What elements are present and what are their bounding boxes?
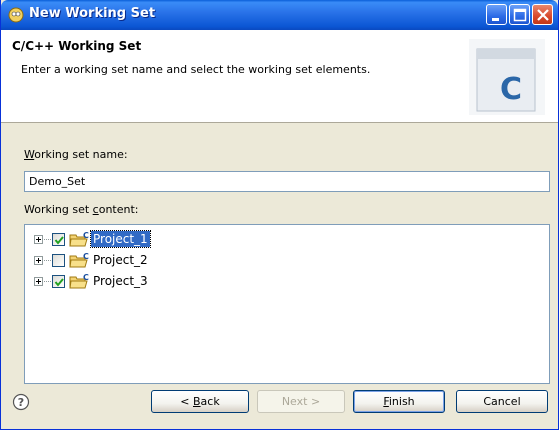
project-3-checkbox[interactable]: [52, 275, 65, 288]
project-3-label[interactable]: Project_3: [91, 273, 150, 289]
project-1-checkbox[interactable]: [52, 233, 65, 246]
back-button-text: ack: [200, 395, 220, 408]
maximize-button[interactable]: [509, 4, 530, 25]
svg-text:?: ?: [18, 396, 24, 409]
window-app-icon: [8, 7, 24, 23]
tree-item-project-2[interactable]: C Project_2: [25, 250, 325, 270]
banner-title: C/C++ Working Set: [12, 39, 142, 53]
header-banner: C/C++ Working Set Enter a working set na…: [1, 30, 558, 123]
window-title: New Working Set: [29, 6, 156, 21]
project-2-label[interactable]: Project_2: [91, 252, 150, 268]
c-file-icon: C: [469, 39, 545, 115]
banner-description: Enter a working set name and select the …: [21, 63, 371, 76]
next-button[interactable]: Next >: [257, 390, 345, 413]
working-set-content-tree[interactable]: C Project_1 C Project_2 C Project_3: [24, 224, 550, 384]
working-set-content-label: Working set content:: [24, 203, 139, 216]
c-project-folder-icon: C: [69, 273, 89, 289]
minimize-button[interactable]: [486, 4, 507, 25]
name-label-mnemonic: W: [24, 148, 35, 161]
new-working-set-window: New Working Set C/C++ Working Set Enter …: [0, 0, 559, 430]
minimize-icon: [492, 18, 499, 21]
content-label-rest: ontent:: [98, 203, 139, 216]
close-button[interactable]: [532, 4, 553, 25]
expand-icon[interactable]: [34, 256, 43, 265]
checkmark-icon: [54, 236, 64, 245]
tree-item-project-3[interactable]: C Project_3: [25, 271, 325, 291]
cancel-button[interactable]: Cancel: [456, 390, 548, 413]
svg-text:C: C: [83, 231, 89, 240]
finish-button-text: inish: [388, 395, 415, 408]
working-set-name-input[interactable]: [24, 171, 550, 192]
c-project-folder-icon: C: [69, 231, 89, 247]
svg-text:C: C: [83, 252, 89, 261]
tree-connector: [44, 239, 51, 240]
project-2-checkbox[interactable]: [52, 254, 65, 267]
tree-connector: [44, 260, 51, 261]
content-label-text: Working set: [24, 203, 93, 216]
title-bar[interactable]: New Working Set: [1, 0, 558, 30]
working-set-name-label: Working set name:: [24, 148, 128, 161]
back-button-prefix: <: [180, 395, 193, 408]
project-1-label[interactable]: Project_1: [90, 230, 151, 248]
c-project-folder-icon: C: [69, 252, 89, 268]
tree-item-project-1[interactable]: C Project_1: [25, 229, 325, 249]
help-icon[interactable]: ?: [12, 393, 30, 411]
close-icon: [537, 9, 549, 21]
checkmark-icon: [54, 278, 64, 287]
svg-text:C: C: [83, 273, 89, 282]
maximize-icon: [513, 8, 527, 22]
finish-button[interactable]: Finish: [353, 390, 445, 413]
back-button[interactable]: < Back: [151, 390, 249, 413]
back-button-mnemonic: B: [193, 395, 201, 408]
name-label-text: orking set name:: [34, 148, 128, 161]
expand-icon[interactable]: [34, 277, 43, 286]
banner-icon-letter: C: [500, 72, 522, 107]
tree-connector: [44, 281, 51, 282]
expand-icon[interactable]: [34, 235, 43, 244]
